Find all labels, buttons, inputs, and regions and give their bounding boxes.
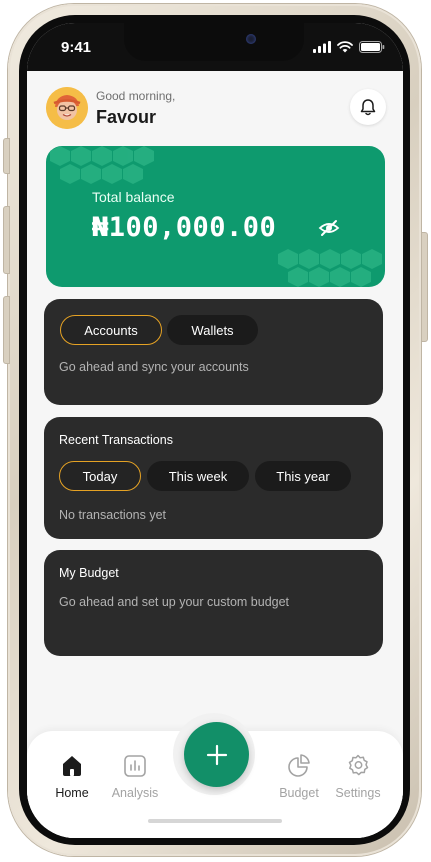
battery-icon [359, 41, 385, 53]
accounts-card: Accounts Wallets Go ahead and sync your … [44, 299, 383, 405]
greeting-text: Good morning, [96, 89, 176, 103]
transactions-empty-message: No transactions yet [59, 508, 166, 522]
add-button[interactable] [184, 722, 249, 787]
accounts-message: Go ahead and sync your accounts [59, 360, 249, 374]
nav-item-budget[interactable]: Budget [269, 753, 329, 800]
balance-card: Total balance ₦100,000.00 [46, 146, 385, 287]
filter-today-label: Today [82, 468, 118, 484]
analysis-icon [124, 755, 146, 777]
nav-item-analysis[interactable]: Analysis [105, 753, 165, 800]
budget-message: Go ahead and set up your custom budget [59, 595, 290, 609]
tab-accounts[interactable]: Accounts [60, 315, 162, 345]
phone-side-button [3, 296, 10, 364]
notch [124, 23, 304, 61]
nav-label-home: Home [55, 786, 89, 800]
user-name: Favour [96, 107, 157, 127]
bell-icon [360, 98, 376, 115]
filter-this-year[interactable]: This year [255, 461, 351, 491]
nav-item-settings[interactable]: Settings [328, 753, 388, 800]
recent-transactions-title: Recent Transactions [59, 433, 173, 447]
balance-amount: ₦100,000.00 [92, 212, 277, 243]
budget-title: My Budget [59, 566, 119, 580]
home-screen: Good morning, Favour Total balance ₦100,… [27, 71, 403, 838]
home-icon [63, 756, 81, 776]
nav-label-settings: Settings [335, 786, 381, 800]
tab-wallets-label: Wallets [191, 322, 234, 338]
signal-icon [313, 41, 331, 53]
filter-this-week-label: This week [168, 468, 228, 484]
status-time: 9:41 [61, 39, 92, 56]
notifications-button[interactable] [350, 89, 386, 125]
pie-chart-icon [288, 754, 310, 777]
avatar-illustration [46, 87, 88, 129]
nav-label-analysis: Analysis [111, 786, 159, 800]
toggle-balance-visibility-button[interactable] [318, 219, 340, 242]
filter-this-year-label: This year [276, 468, 330, 484]
gear-icon [348, 754, 369, 776]
header: Good morning, Favour [46, 87, 386, 131]
status-bar: 9:41 [27, 23, 403, 71]
status-icons [313, 41, 385, 53]
tab-accounts-label: Accounts [84, 322, 138, 338]
tab-wallets[interactable]: Wallets [167, 315, 258, 345]
bottom-nav: Home Analysis Budget Settings [27, 713, 403, 838]
phone-side-button [3, 206, 10, 274]
nav-label-budget: Budget [279, 786, 319, 800]
plus-icon [206, 744, 227, 765]
hexagon-pattern-top [50, 146, 154, 184]
phone-side-button [3, 138, 10, 174]
hexagon-pattern-bottom [278, 249, 382, 287]
filter-this-week[interactable]: This week [147, 461, 249, 491]
avatar[interactable] [46, 87, 88, 129]
budget-card: My Budget Go ahead and set up your custo… [44, 550, 383, 656]
nav-item-home[interactable]: Home [42, 753, 102, 800]
home-indicator [148, 819, 282, 823]
wifi-icon [337, 41, 353, 53]
eye-off-icon [318, 220, 340, 236]
balance-label: Total balance [92, 189, 175, 205]
filter-today[interactable]: Today [59, 461, 141, 491]
recent-transactions-card: Recent Transactions Today This week This… [44, 417, 383, 539]
camera-icon [246, 34, 256, 44]
phone-side-button [421, 232, 428, 342]
phone-screen: 9:41 Good morning, Favour Total balance … [27, 23, 403, 838]
